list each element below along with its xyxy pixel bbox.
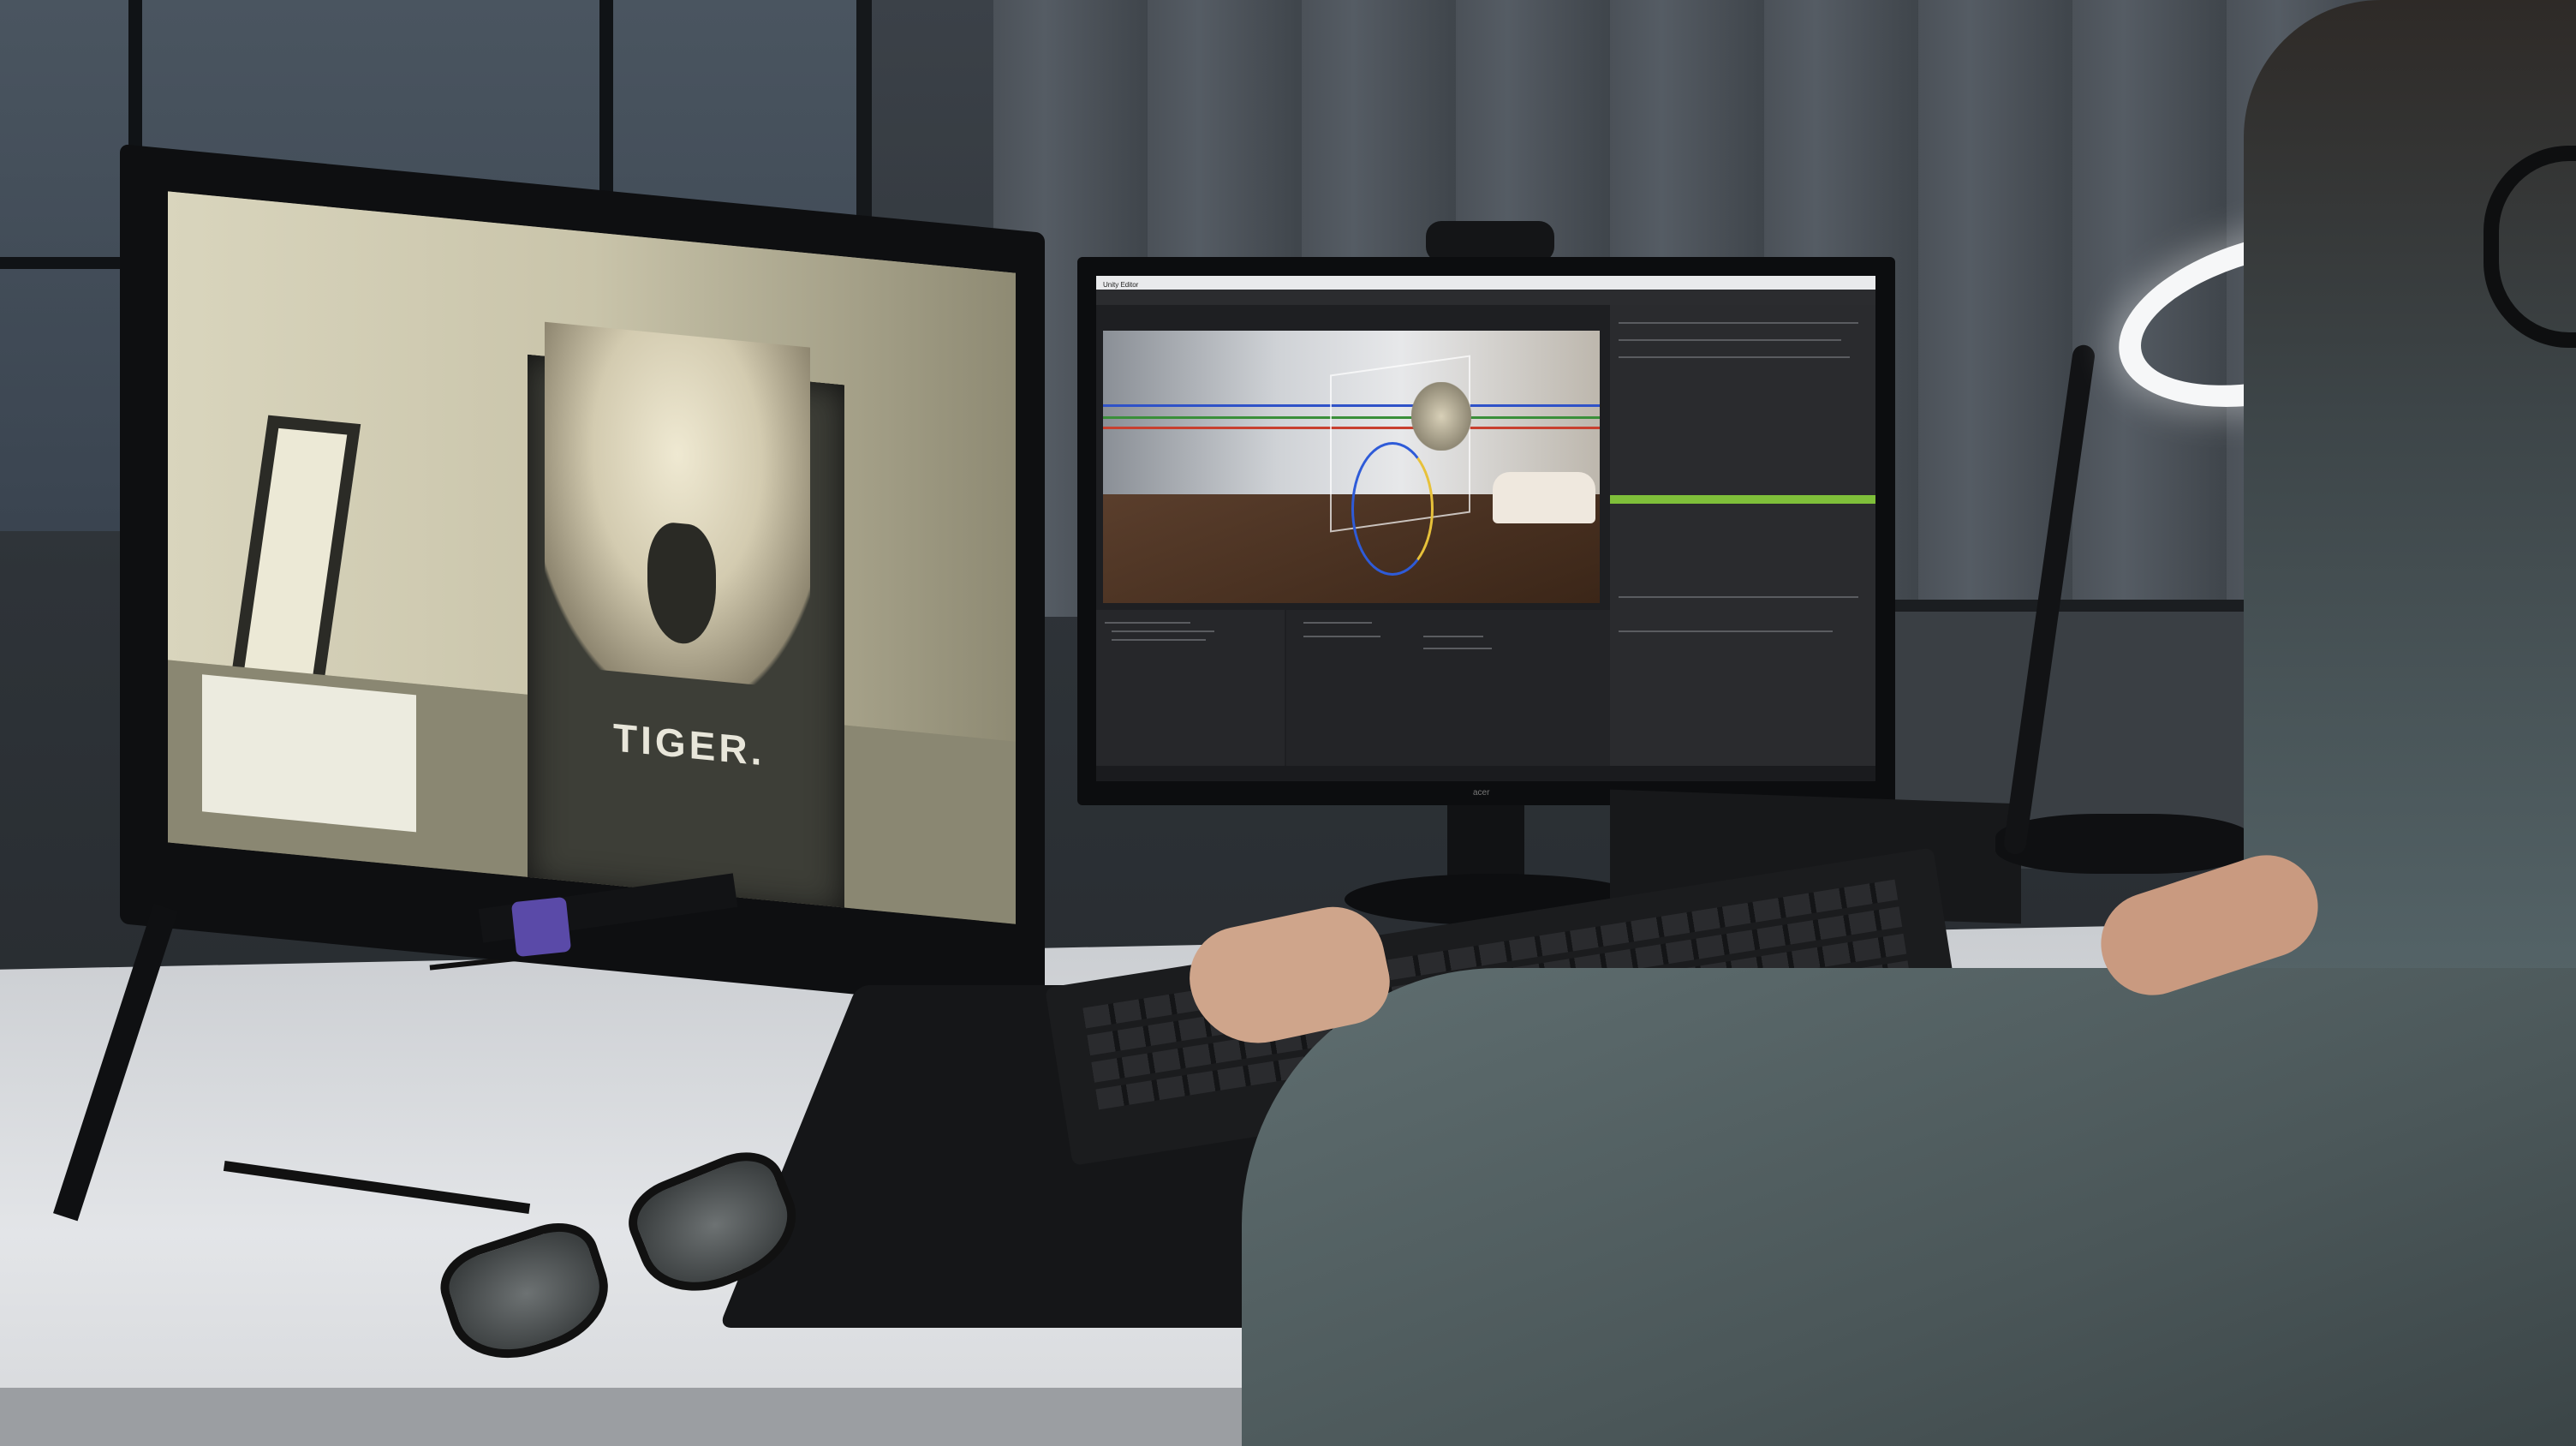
toolbar[interactable] [1096,290,1875,305]
title-bar: Unity Editor [1096,276,1875,290]
project-panel[interactable] [1286,610,1612,781]
inspector-panel[interactable] [1610,305,1875,781]
person-arm [1242,968,2576,1446]
lamp-base [1995,814,2252,874]
scene-view[interactable] [1103,331,1600,603]
desktop-monitor: Unity Editor [1077,257,1895,805]
photo-scene: TIGER. Unity Editor acer [0,0,2576,1446]
skull-model[interactable] [1411,382,1471,451]
os-taskbar[interactable] [1096,766,1875,781]
brand-badge [510,896,572,958]
hierarchy-panel[interactable] [1096,610,1285,781]
3d-display-monitor: TIGER. [120,144,1045,1013]
glasses-lens-right [617,1138,814,1312]
inspector-highlight-bar [1610,495,1875,504]
app-title: Unity Editor [1103,281,1139,289]
3d-display-screen: TIGER. [168,191,1016,924]
webcam [1426,221,1554,262]
3d-glasses [223,1131,822,1376]
glasses-lens-left [431,1211,623,1376]
rotation-gizmo[interactable] [1351,442,1434,576]
glasses-temple [223,1161,531,1214]
sofa-model [1493,472,1595,523]
monitor-brand-label: acer [1473,788,1490,798]
white-table [202,674,416,833]
unity-editor-screen: Unity Editor [1096,276,1875,781]
